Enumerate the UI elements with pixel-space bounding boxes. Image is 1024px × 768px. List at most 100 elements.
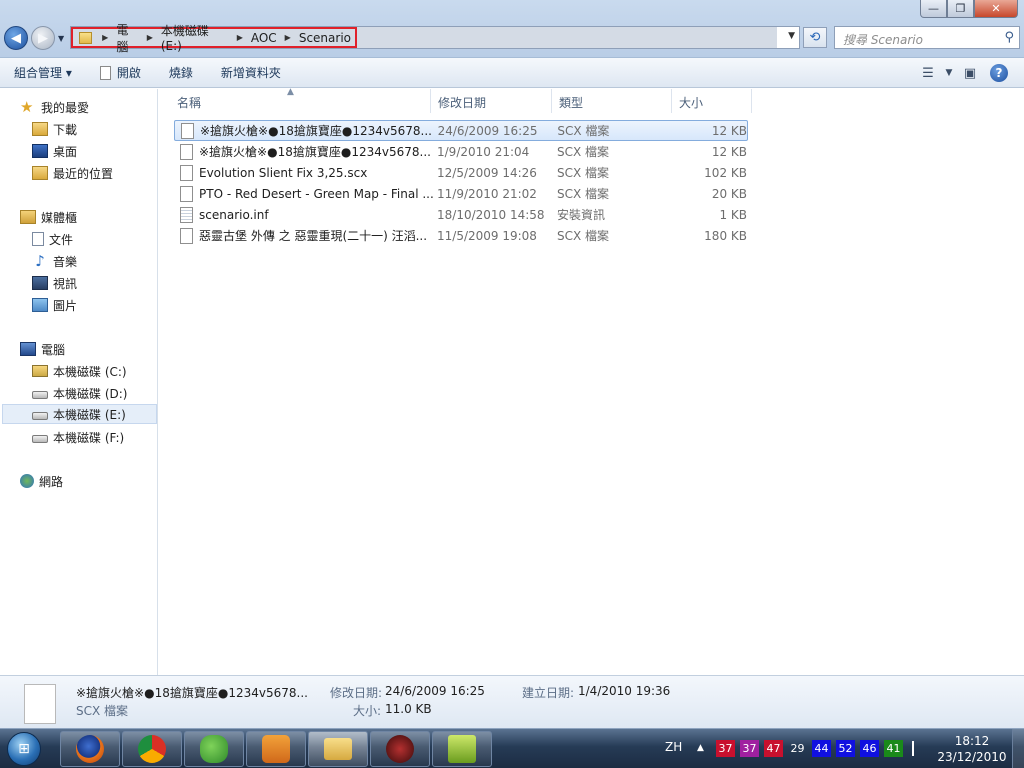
file-row[interactable]: scenario.inf 18/10/2010 14:58 安裝資訊 1 KB bbox=[174, 204, 748, 225]
back-button[interactable]: ◀ bbox=[4, 26, 28, 50]
new-folder-button[interactable]: 新增資料夾 bbox=[207, 64, 295, 81]
recent-pages-dropdown[interactable]: ▼ bbox=[58, 34, 64, 43]
tray-indicator[interactable]: 37 bbox=[716, 740, 735, 757]
open-button[interactable]: 開啟 bbox=[86, 64, 155, 81]
network-icon bbox=[20, 474, 34, 488]
breadcrumb-scenario[interactable]: Scenario bbox=[295, 31, 355, 45]
show-desktop-button[interactable] bbox=[1012, 729, 1024, 768]
breadcrumb-separator[interactable]: ▶ bbox=[281, 33, 295, 42]
windows-logo-icon: ⊞ bbox=[7, 732, 41, 766]
drive-icon bbox=[32, 435, 48, 443]
file-name: ※搶旗火槍※●18搶旗寶座●1234v5678... bbox=[199, 145, 431, 159]
preview-pane-button[interactable]: ▣ bbox=[956, 62, 984, 84]
tray-indicator[interactable]: 37 bbox=[740, 740, 759, 757]
tray-indicator[interactable]: 29 bbox=[788, 740, 807, 757]
tray-indicator[interactable]: 46 bbox=[860, 740, 879, 757]
taskbar-chrome[interactable] bbox=[122, 731, 182, 767]
file-name: Evolution Slient Fix 3,25.scx bbox=[199, 165, 368, 180]
breadcrumb-separator[interactable]: ▶ bbox=[233, 33, 247, 42]
file-row[interactable]: 惡靈古堡 外傳 之 惡靈重現(二十一) 汪滔... 11/5/2009 19:0… bbox=[174, 225, 748, 246]
sort-ascending-icon: ▲ bbox=[287, 87, 294, 97]
breadcrumb-drive-e[interactable]: 本機磁碟 (E:) bbox=[157, 22, 233, 53]
chrome-icon bbox=[138, 735, 166, 763]
details-filetype: SCX 檔案 bbox=[76, 704, 129, 718]
tray-indicator[interactable]: 41 bbox=[884, 740, 903, 757]
nav-videos[interactable]: 視訊 bbox=[32, 273, 77, 293]
forward-button[interactable]: ▶ bbox=[31, 26, 55, 50]
details-created-label: 建立日期: bbox=[522, 686, 575, 700]
start-button[interactable]: ⊞ bbox=[3, 729, 45, 768]
file-row[interactable]: ※搶旗火槍※●18搶旗寶座●1234v5678... 1/9/2010 21:0… bbox=[174, 141, 748, 162]
taskbar-firefox[interactable] bbox=[60, 731, 120, 767]
command-bar: 組合管理 ▾ 開啟 燒錄 新增資料夾 ☰ ▼ ▣ ? bbox=[0, 58, 1024, 88]
taskbar-map-app[interactable] bbox=[432, 731, 492, 767]
map-app-icon bbox=[448, 735, 476, 763]
file-icon bbox=[180, 143, 193, 160]
file-list: ▲ 名稱 修改日期 類型 大小 ※搶旗火槍※●18搶旗寶座●1234v5678.… bbox=[159, 87, 1024, 675]
column-header-size[interactable]: 大小 bbox=[672, 89, 752, 113]
file-type: 安裝資訊 bbox=[557, 208, 606, 222]
column-header-modified[interactable]: 修改日期 bbox=[431, 89, 552, 113]
nav-libraries[interactable]: 媒體櫃 bbox=[20, 207, 77, 227]
maximize-button[interactable]: ❐ bbox=[947, 0, 974, 18]
nav-computer[interactable]: 電腦 bbox=[20, 339, 65, 359]
drive-icon bbox=[32, 391, 48, 399]
nav-drive-e[interactable]: 本機磁碟 (E:) bbox=[2, 404, 157, 424]
taskbar-messenger[interactable] bbox=[184, 731, 244, 767]
taskbar-explorer[interactable] bbox=[308, 731, 368, 767]
action-center-flag-icon[interactable] bbox=[912, 741, 926, 756]
details-modified-value: 24/6/2009 16:25 bbox=[385, 684, 485, 698]
file-row[interactable]: Evolution Slient Fix 3,25.scx 12/5/2009 … bbox=[174, 162, 748, 183]
address-bar[interactable]: ▶ 電腦 ▶ 本機磁碟 (E:) ▶ AOC ▶ Scenario ▼ bbox=[70, 23, 800, 54]
nav-drive-c[interactable]: 本機磁碟 (C:) bbox=[32, 361, 127, 381]
tray-indicator[interactable]: 47 bbox=[764, 740, 783, 757]
desktop-icon bbox=[32, 144, 48, 158]
column-header-name[interactable]: ▲ 名稱 bbox=[159, 87, 431, 113]
file-modified: 12/5/2009 14:26 bbox=[437, 165, 537, 180]
close-button[interactable]: ✕ bbox=[974, 0, 1018, 18]
nav-pictures[interactable]: 圖片 bbox=[32, 295, 77, 315]
column-header-type[interactable]: 類型 bbox=[552, 89, 672, 113]
search-icon[interactable]: ⚲ bbox=[1004, 30, 1014, 45]
breadcrumb-separator[interactable]: ▶ bbox=[98, 33, 112, 42]
show-hidden-icons-button[interactable]: ▲ bbox=[697, 743, 704, 753]
breadcrumb-aoc[interactable]: AOC bbox=[247, 31, 281, 45]
view-dropdown-button[interactable]: ▼ bbox=[942, 62, 956, 84]
breadcrumb-separator[interactable]: ▶ bbox=[143, 33, 157, 42]
nav-network[interactable]: 網路 bbox=[20, 471, 63, 491]
burn-button[interactable]: 燒錄 bbox=[155, 64, 207, 81]
file-type: SCX 檔案 bbox=[557, 145, 610, 159]
tray-indicator[interactable]: 44 bbox=[812, 740, 831, 757]
file-row[interactable]: ※搶旗火槍※●18搶旗寶座●1234v5678... 24/6/2009 16:… bbox=[174, 120, 748, 141]
taskbar-media-player[interactable] bbox=[246, 731, 306, 767]
nav-music[interactable]: ♪ 音樂 bbox=[32, 251, 77, 271]
address-empty-area[interactable] bbox=[357, 27, 777, 48]
taskbar-game[interactable] bbox=[370, 731, 430, 767]
file-icon bbox=[99, 65, 111, 80]
tray-indicator[interactable]: 52 bbox=[836, 740, 855, 757]
file-size: 12 KB bbox=[711, 144, 747, 159]
nav-downloads[interactable]: 下載 bbox=[32, 119, 77, 139]
nav-desktop[interactable]: 桌面 bbox=[32, 141, 77, 161]
input-method-indicator[interactable]: ZH bbox=[665, 740, 682, 754]
change-view-button[interactable]: ☰ bbox=[914, 62, 942, 84]
search-box[interactable]: 搜尋 Scenario ⚲ bbox=[834, 26, 1020, 49]
minimize-button[interactable]: — bbox=[920, 0, 947, 18]
file-name: ※搶旗火槍※●18搶旗寶座●1234v5678... bbox=[200, 124, 432, 138]
nav-favorites[interactable]: ★ 我的最愛 bbox=[20, 97, 89, 117]
nav-drive-d[interactable]: 本機磁碟 (D:) bbox=[32, 383, 127, 403]
breadcrumb-computer[interactable]: 電腦 bbox=[112, 21, 142, 55]
messenger-icon bbox=[200, 735, 228, 763]
organize-button[interactable]: 組合管理 ▾ bbox=[0, 64, 86, 81]
nav-drive-f[interactable]: 本機磁碟 (F:) bbox=[32, 427, 124, 447]
firefox-icon bbox=[76, 735, 104, 763]
nav-documents[interactable]: 文件 bbox=[32, 229, 73, 249]
search-input[interactable]: 搜尋 Scenario bbox=[843, 31, 923, 48]
help-button[interactable]: ? bbox=[990, 64, 1008, 82]
system-clock[interactable]: 18:12 23/12/2010 bbox=[934, 733, 1010, 765]
nav-recent-places[interactable]: 最近的位置 bbox=[32, 163, 113, 183]
details-created-value: 1/4/2010 19:36 bbox=[578, 684, 671, 698]
address-dropdown-icon[interactable]: ▼ bbox=[788, 31, 795, 41]
file-row[interactable]: PTO - Red Desert - Green Map - Final ...… bbox=[174, 183, 748, 204]
refresh-button[interactable]: ⟲ bbox=[803, 27, 827, 48]
